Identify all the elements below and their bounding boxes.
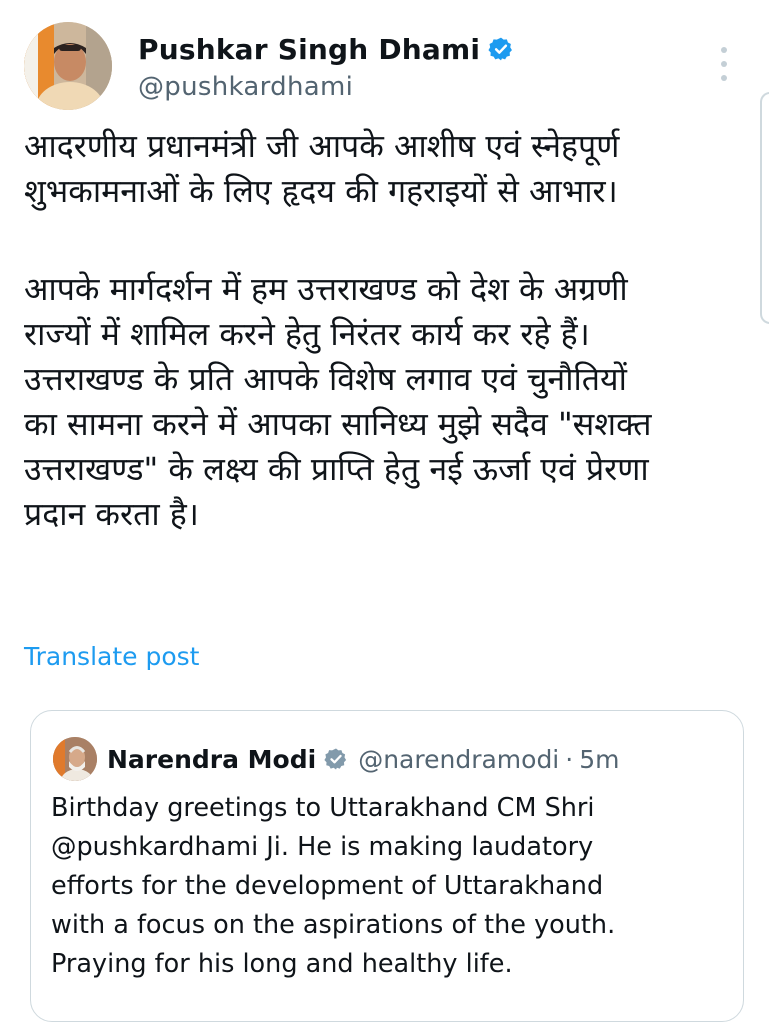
quoted-timestamp[interactable]: 5m bbox=[579, 745, 619, 774]
author-avatar[interactable] bbox=[24, 22, 112, 110]
quoted-text-line: efforts for the development of Uttarakha… bbox=[51, 871, 604, 901]
more-vertical-icon[interactable] bbox=[716, 44, 732, 84]
tweet-header: Pushkar Singh Dhami @pushkardhami bbox=[24, 22, 514, 110]
quoted-tweet-text: Birthday greetings to Uttarakhand CM Shr… bbox=[51, 789, 731, 984]
tweet-text-line: उत्तराखण्ड" के लक्ष्य की प्राप्ति हेतु न… bbox=[24, 450, 649, 488]
quoted-text-line: with a focus on the aspirations of the y… bbox=[51, 910, 616, 940]
tweet-view: Pushkar Singh Dhami @pushkardhami आदरणीय… bbox=[0, 0, 769, 1024]
quoted-author-name[interactable]: Narendra Modi bbox=[107, 745, 316, 774]
tweet-text-line: राज्यों में शामिल करने हेतु निरंतर कार्य… bbox=[24, 315, 590, 353]
quoted-text-line: @pushkardhami Ji. He is making laudatory bbox=[51, 832, 594, 862]
tweet-text: आदरणीय प्रधानमंत्री जी आपके आशीष एवं स्न… bbox=[24, 124, 749, 537]
quoted-text-line: Praying for his long and healthy life. bbox=[51, 949, 513, 979]
separator-dot: · bbox=[565, 744, 574, 774]
scroll-edge-indicator bbox=[760, 92, 769, 324]
tweet-text-line: आदरणीय प्रधानमंत्री जी आपके आशीष एवं स्न… bbox=[24, 127, 620, 165]
quoted-author-avatar[interactable] bbox=[53, 737, 97, 781]
quoted-text-line: Birthday greetings to Uttarakhand CM Shr… bbox=[51, 793, 595, 823]
tweet-text-line: प्रदान करता है। bbox=[24, 495, 199, 533]
verified-badge-icon bbox=[488, 36, 514, 62]
tweet-text-line: का सामना करने में आपका सानिध्य मुझे सदैव… bbox=[24, 405, 652, 443]
tweet-text-line: आपके मार्गदर्शन में हम उत्तराखण्ड को देश… bbox=[24, 270, 628, 308]
translate-post-link[interactable]: Translate post bbox=[24, 642, 199, 671]
author-handle[interactable]: @pushkardhami bbox=[138, 72, 514, 102]
author-name[interactable]: Pushkar Singh Dhami bbox=[138, 33, 480, 66]
tweet-text-line: शुभकामनाओं के लिए हृदय की गहराइयों से आभ… bbox=[24, 172, 618, 210]
gray-verified-badge-icon bbox=[324, 747, 348, 771]
tweet-text-line: उत्तराखण्ड के प्रति आपके विशेष लगाव एवं … bbox=[24, 360, 627, 398]
quoted-tweet-card[interactable]: Narendra Modi @narendramodi · 5m Birthda… bbox=[30, 710, 744, 1022]
quoted-tweet-header: Narendra Modi @narendramodi · 5m bbox=[53, 737, 619, 781]
author-names: Pushkar Singh Dhami @pushkardhami bbox=[138, 30, 514, 102]
quoted-author-handle[interactable]: @narendramodi bbox=[358, 745, 559, 774]
